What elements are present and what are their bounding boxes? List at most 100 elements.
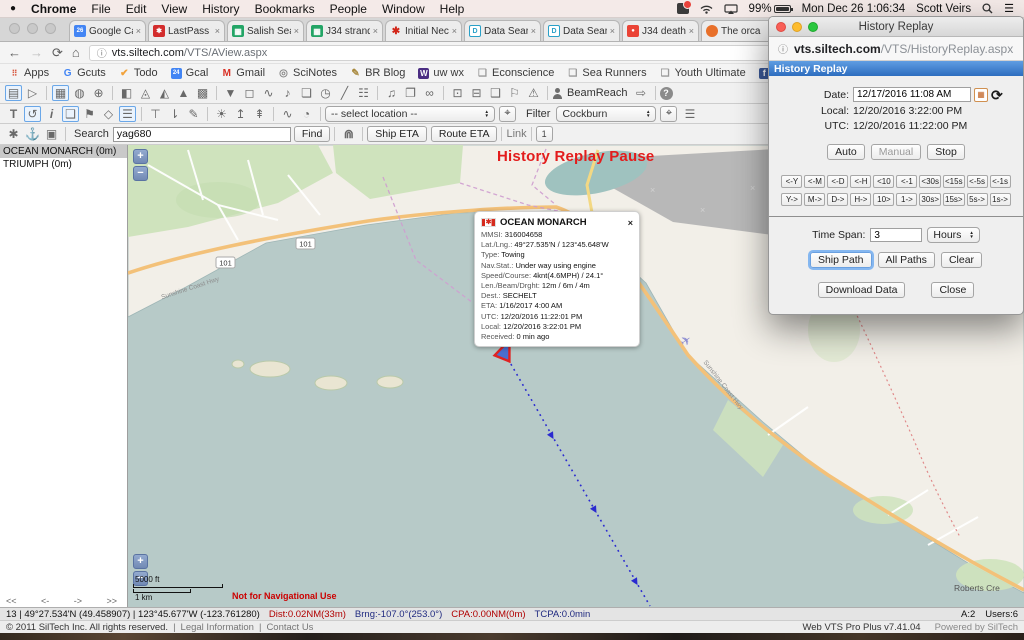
logout-icon[interactable]: ⇨ [633, 85, 650, 101]
tab-lastpass[interactable]: ✱ LastPass V × [148, 20, 225, 41]
step-back-hour[interactable]: <-H [850, 175, 871, 188]
tab-close-icon[interactable]: × [373, 26, 378, 36]
zoom-in-button[interactable]: + [133, 149, 148, 164]
ship-path-button[interactable]: Ship Path [810, 252, 872, 268]
undo-icon[interactable]: ↺ [24, 106, 41, 122]
tools-icon[interactable]: ✱ [5, 126, 22, 142]
step-fwd-10[interactable]: 10> [873, 193, 894, 206]
list-menu-icon[interactable]: ☰ [681, 106, 698, 122]
antenna-c-icon[interactable]: ▲ [175, 85, 192, 101]
pin-icon[interactable]: ⚑ [81, 106, 98, 122]
tab-close-icon[interactable]: × [136, 26, 141, 36]
tab-data-search-1[interactable]: D Data Searc × [464, 20, 541, 41]
contact-link[interactable]: Contact Us [266, 622, 313, 633]
tab-j34-death[interactable]: ● J34 death × [622, 20, 699, 41]
bookmark-sea-runners[interactable]: ❏Sea Runners [567, 67, 646, 79]
spreadsheet-icon[interactable]: ☷ [355, 85, 372, 101]
layers-icon[interactable]: ▤ [5, 85, 22, 101]
flag-icon[interactable]: ⚐ [506, 85, 523, 101]
filter-funnel-icon[interactable]: ▼ [222, 85, 239, 101]
bookmark-gcuts[interactable]: GGcuts [62, 67, 106, 79]
menu-bookmarks[interactable]: Bookmarks [255, 2, 315, 16]
tab-j34-strand[interactable]: ▦ J34 strand × [306, 20, 383, 41]
tab-close-icon[interactable]: × [452, 26, 457, 36]
filter-settings-button[interactable]: ⌖ [660, 106, 677, 122]
fuel-icon[interactable]: ▣ [43, 126, 60, 142]
search-input[interactable] [113, 127, 291, 142]
step-back-1[interactable]: <-1 [896, 175, 917, 188]
step-fwd-hour[interactable]: H-> [850, 193, 871, 206]
download-data-button[interactable]: Download Data [818, 282, 906, 298]
help-icon[interactable]: ? [660, 87, 673, 100]
battery-indicator[interactable]: 99% [749, 3, 791, 15]
tab-close-icon[interactable]: × [294, 26, 299, 36]
voicemail-icon[interactable]: ∞ [421, 85, 438, 101]
legal-link[interactable]: Legal Information [181, 622, 254, 633]
time-span-unit-select[interactable]: Hours [927, 227, 979, 243]
step-back-30s[interactable]: <30s [919, 175, 941, 188]
route-icon[interactable]: ∿ [260, 85, 277, 101]
link-label[interactable]: Link [506, 128, 526, 140]
menu-help[interactable]: Help [440, 2, 465, 16]
step-fwd-day[interactable]: D-> [827, 193, 848, 206]
step-fwd-1s[interactable]: 1s-> [990, 193, 1011, 206]
spotlight-icon[interactable] [982, 3, 993, 14]
bell-icon[interactable]: ♪ [279, 85, 296, 101]
graph-icon[interactable]: ∿ [279, 106, 296, 122]
page-info-icon[interactable]: ⓘ [97, 45, 107, 60]
menu-view[interactable]: View [161, 2, 187, 16]
manual-button[interactable]: Manual [871, 144, 921, 160]
pager-first[interactable]: << [6, 596, 17, 606]
step-fwd-15s[interactable]: 15s> [943, 193, 965, 206]
quad-view-icon[interactable]: ▩ [194, 85, 211, 101]
trend-line-icon[interactable]: ╱ [336, 85, 353, 101]
pager-next[interactable]: -> [74, 596, 82, 606]
tab-close-icon[interactable]: × [531, 26, 536, 36]
document-icon[interactable]: ❏ [298, 85, 315, 101]
window-controls[interactable] [9, 23, 56, 34]
zoom-window-button[interactable] [45, 23, 56, 34]
step-back-1s[interactable]: <-1s [990, 175, 1011, 188]
route-eta-button[interactable]: Route ETA [431, 126, 498, 142]
zoom-out-button[interactable]: − [133, 166, 148, 181]
step-back-day[interactable]: <-D [827, 175, 848, 188]
info-icon[interactable]: i [43, 106, 60, 122]
map-panel-icon[interactable]: ◧ [118, 85, 135, 101]
bookmark-br-blog[interactable]: ✎BR Blog [350, 67, 405, 79]
notification-center-icon[interactable]: ☰ [1004, 2, 1014, 15]
menu-edit[interactable]: Edit [126, 2, 147, 16]
pager-last[interactable]: >> [106, 596, 117, 606]
inbox-a-icon[interactable]: ⊡ [449, 85, 466, 101]
tab-close-icon[interactable]: × [610, 26, 615, 36]
label-balloon-icon[interactable]: ❑ [62, 106, 79, 122]
binoculars-icon[interactable]: ⋒ [340, 126, 357, 142]
step-fwd-5s[interactable]: 5s-> [967, 193, 988, 206]
light-signal-icon[interactable]: ☀ [213, 106, 230, 122]
bookmark-youth-ultimate[interactable]: ❏Youth Ultimate [660, 67, 746, 79]
chat-icon[interactable]: ❑ [487, 85, 504, 101]
pager-prev[interactable]: <- [41, 596, 49, 606]
home-button[interactable]: ⌂ [72, 46, 80, 59]
date-input[interactable] [853, 87, 971, 102]
target-button[interactable]: ⌖ [499, 106, 516, 122]
filter-select[interactable]: Cockburn [556, 106, 656, 122]
beacon-icon[interactable]: ⇞ [251, 106, 268, 122]
close-button[interactable]: Close [931, 282, 974, 298]
copy-docs-icon[interactable]: ❐ [402, 85, 419, 101]
all-paths-button[interactable]: All Paths [878, 252, 935, 268]
minimize-window-button[interactable] [27, 23, 38, 34]
step-back-month[interactable]: <-M [804, 175, 825, 188]
find-button[interactable]: Find [294, 126, 330, 142]
bookmark-econscience[interactable]: ❏Econscience [477, 67, 554, 79]
account-name[interactable]: BeamReach [567, 87, 628, 99]
select-area-icon[interactable]: ◻ [241, 85, 258, 101]
text-tool-icon[interactable]: T [5, 106, 22, 122]
clear-button[interactable]: Clear [941, 252, 982, 268]
refresh-icon[interactable]: ⟳ [991, 88, 1003, 102]
bookmark-gmail[interactable]: MGmail [221, 67, 265, 79]
popup-close-icon[interactable]: × [628, 218, 633, 228]
time-span-input[interactable] [870, 228, 922, 242]
pencil-icon[interactable]: ✎ [185, 106, 202, 122]
step-back-5s[interactable]: <-5s [967, 175, 988, 188]
world-grid-icon[interactable]: ⊕ [90, 85, 107, 101]
